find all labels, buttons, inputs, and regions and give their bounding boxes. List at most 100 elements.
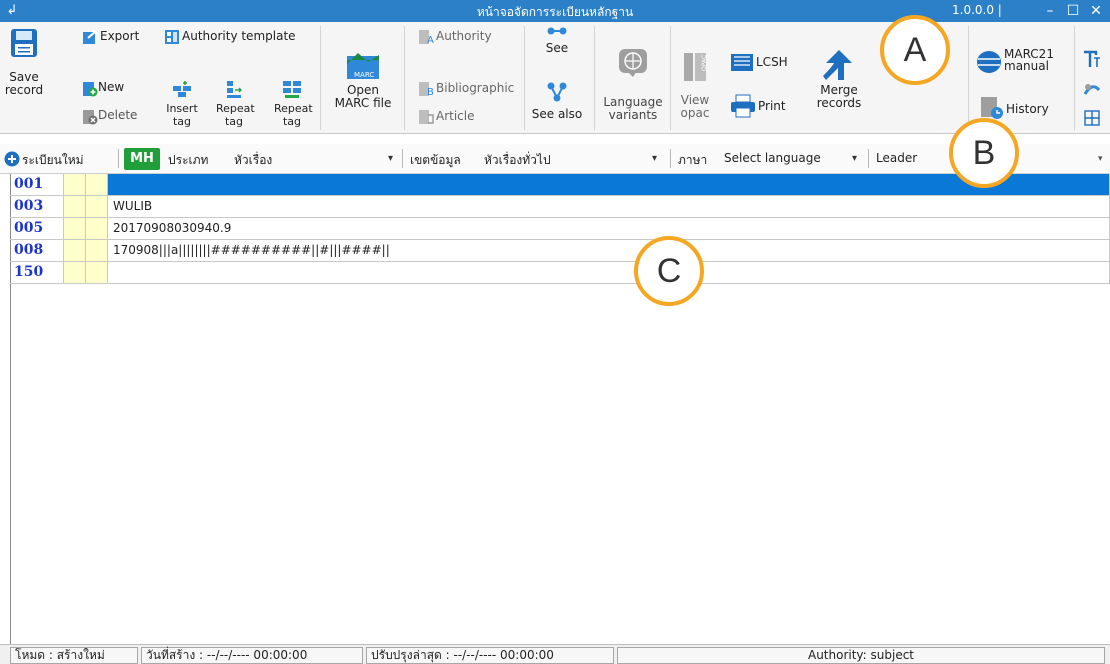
language-dropdown[interactable]: Select language ▾ [720, 147, 862, 170]
tag-cell[interactable]: 150 [10, 262, 64, 284]
new-record-label[interactable]: ระเบียนใหม่ [22, 151, 84, 170]
open-marc-file-button[interactable]: MARC Open MARC file [328, 26, 398, 130]
marc21-manual-button[interactable]: MARC21 manual [976, 46, 1066, 80]
record-row[interactable]: 008 170908|||a||||||||##########||#|||##… [10, 240, 1110, 262]
callout-a: A [880, 15, 950, 85]
tag-cell[interactable]: 003 [10, 196, 64, 218]
tag-cell[interactable]: 005 [10, 218, 64, 240]
authority-template-label: Authority template [182, 29, 296, 43]
value-cell[interactable]: 20170908030940.9 [108, 218, 1110, 240]
leader-button[interactable]: Leader [876, 151, 917, 165]
repeat-tag-icon [227, 81, 242, 98]
title-bar: ↲ หน้าจอจัดการระเบียนหลักฐาน 1.0.0.0 | –… [0, 0, 1110, 22]
delete-icon [83, 110, 98, 125]
indicator1-cell[interactable] [64, 262, 86, 284]
article-label: Article [436, 109, 475, 123]
delete-button[interactable]: Delete [82, 108, 152, 126]
save-record-button[interactable]: Save record [4, 26, 44, 130]
marc-record-grid: 001 003 WULIB 005 20170908030940.9 008 1… [10, 174, 1110, 298]
ribbon-separator [594, 26, 595, 130]
bibliographic-doc-icon: B [419, 82, 434, 97]
font-size-icon[interactable] [1082, 50, 1102, 68]
status-updated: ปรับปรุงล่าสุด : --/--/---- 00:00:00 [366, 647, 614, 664]
print-button[interactable]: Print [730, 94, 800, 120]
ribbon-separator [404, 26, 405, 130]
grid-view-icon[interactable] [1084, 110, 1100, 126]
ribbon-separator [670, 26, 671, 130]
minimize-button[interactable]: – [1040, 1, 1060, 21]
authority-button[interactable]: A Authority [418, 28, 518, 46]
article-doc-icon [419, 110, 434, 124]
authority-label: Authority [436, 29, 492, 43]
scope-dropdown[interactable]: หัวเรื่องทั่วไป ▾ [480, 147, 664, 170]
printer-icon [731, 94, 755, 118]
export-button[interactable]: Export [82, 28, 152, 46]
type-value: หัวเรื่อง [234, 153, 273, 167]
record-row[interactable]: 150 [10, 262, 1110, 284]
repeat-tag-button-1[interactable]: Repeat tag [216, 80, 255, 130]
maximize-button[interactable]: ☐ [1063, 1, 1083, 21]
field-separator [118, 149, 119, 168]
status-authority: Authority: subject [617, 647, 1105, 664]
indicator2-cell[interactable] [86, 262, 108, 284]
see-also-button[interactable]: See also [528, 82, 586, 130]
history-button[interactable]: History [980, 96, 1070, 122]
field-separator [402, 149, 403, 168]
merge-records-label: Merge records [816, 83, 862, 110]
article-button[interactable]: Article [418, 108, 518, 126]
version-label: 1.0.0.0 | [952, 3, 1002, 17]
tag-cell[interactable]: 001 [10, 174, 64, 196]
view-opac-label: View opac [680, 93, 710, 120]
see-button[interactable]: See [532, 26, 582, 74]
new-button[interactable]: New [82, 80, 152, 98]
field-separator [670, 149, 671, 168]
indicator2-cell[interactable] [86, 174, 108, 196]
repeat-tag-label-2: Repeat tag [274, 102, 313, 128]
status-mode: โหมด : สร้างใหม่ [10, 647, 138, 664]
type-dropdown[interactable]: หัวเรื่อง ▾ [230, 147, 398, 170]
export-label: Export [100, 29, 140, 43]
indicator1-cell[interactable] [64, 218, 86, 240]
indicator1-cell[interactable] [64, 196, 86, 218]
overflow-arrow-icon[interactable]: ▾ [1098, 154, 1103, 164]
export-icon [83, 30, 97, 44]
spell-check-icon[interactable] [1082, 80, 1102, 98]
record-row[interactable]: 005 20170908030940.9 [10, 218, 1110, 240]
repeat-tag-button-2[interactable]: Repeat tag [274, 80, 313, 130]
indicator1-cell[interactable] [64, 174, 86, 196]
status-created: วันที่สร้าง : --/--/---- 00:00:00 [141, 647, 363, 664]
value-cell[interactable]: WULIB [108, 196, 1110, 218]
merge-records-button[interactable]: Merge records [808, 26, 870, 130]
see-label: See [545, 41, 569, 55]
history-label: History [1006, 102, 1049, 116]
delete-label: Delete [98, 108, 138, 122]
insert-tag-button[interactable]: Insert tag [164, 80, 200, 130]
language-variants-button[interactable]: Language variants [600, 26, 666, 130]
authority-template-button[interactable]: Authority template [164, 28, 314, 46]
indicator1-cell[interactable] [64, 240, 86, 262]
view-opac-button[interactable]: OPAC View opac [672, 26, 718, 130]
record-field-bar: ระเบียนใหม่ MH ประเภท หัวเรื่อง ▾ เขตข้อ… [0, 144, 1110, 174]
dropdown-arrow-icon: ▾ [652, 153, 658, 164]
template-icon [165, 30, 179, 44]
indicator2-cell[interactable] [86, 196, 108, 218]
open-marc-file-label: Open MARC file [334, 83, 392, 110]
indicator2-cell[interactable] [86, 218, 108, 240]
value-cell[interactable] [108, 262, 1110, 284]
tag-cell[interactable]: 008 [10, 240, 64, 262]
ribbon-separator [524, 26, 525, 130]
insert-tag-icon [173, 81, 191, 97]
indicator2-cell[interactable] [86, 240, 108, 262]
bibliographic-button[interactable]: B Bibliographic [418, 80, 518, 98]
record-row[interactable]: 001 [10, 174, 1110, 196]
language-value: Select language [724, 151, 821, 165]
close-button[interactable]: ✕ [1086, 1, 1106, 21]
dropdown-arrow-icon: ▾ [852, 153, 858, 164]
field-separator [868, 149, 869, 168]
value-cell[interactable]: 170908|||a||||||||##########||#|||####|| [108, 240, 1110, 262]
ribbon-separator [1074, 26, 1075, 130]
lcsh-label: LCSH [756, 55, 788, 69]
add-circle-icon[interactable] [4, 151, 20, 167]
lcsh-button[interactable]: LCSH [730, 52, 800, 74]
record-row[interactable]: 003 WULIB [10, 196, 1110, 218]
